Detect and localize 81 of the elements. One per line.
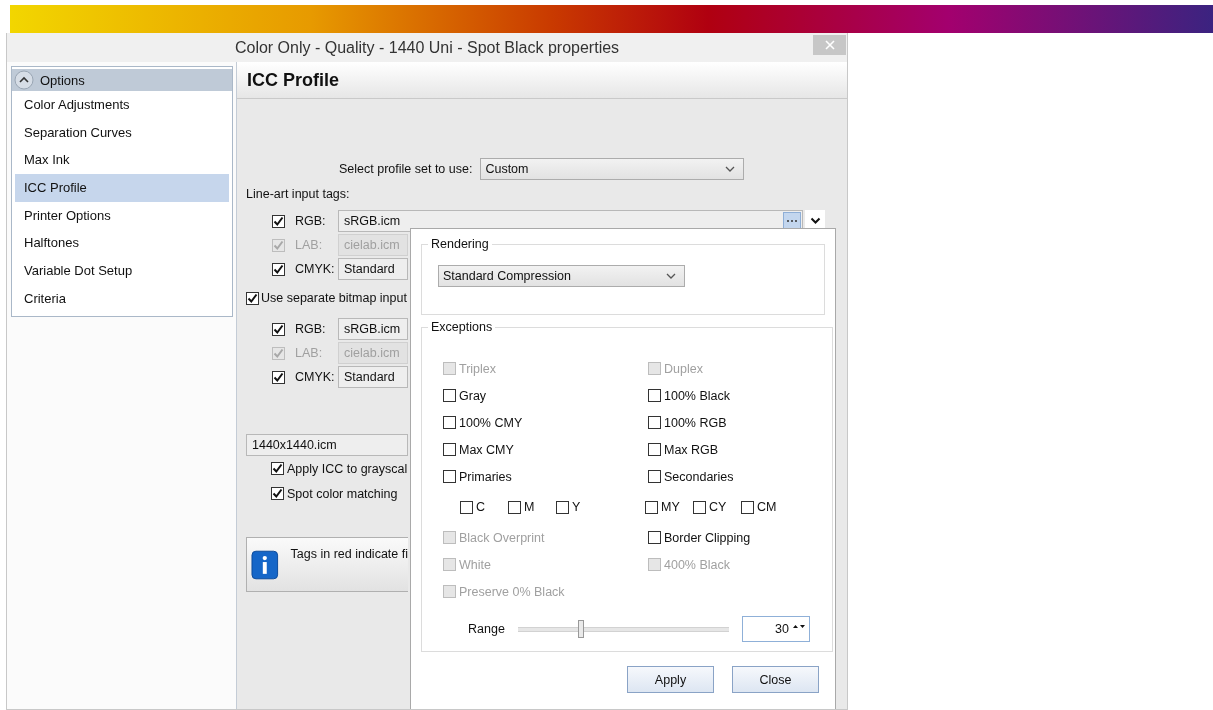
checkbox-label[interactable]: Primaries [459,469,512,484]
sidebar-item[interactable]: Criteria [15,284,229,313]
sidebar-item[interactable]: Separation Curves [15,118,229,147]
output-profile-field[interactable]: 1440x1440.icm [246,434,408,456]
group-title: Exceptions [430,320,494,334]
checkbox[interactable] [272,262,285,276]
line-art-label: Line-art input tags: [246,186,351,203]
checkbox[interactable] [508,500,521,514]
checkbox-label[interactable]: Use separate bitmap input [261,291,407,305]
checkbox-label[interactable]: Max CMY [459,442,514,457]
checkbox-label[interactable]: Spot color matching [287,486,398,501]
window-title: Color Only - Quality - 1440 Uni - Spot Black properties [234,38,620,57]
info-icon [251,550,279,580]
checkbox-label[interactable]: Y [572,500,581,514]
profile-set-dropdown[interactable]: Custom [480,157,745,180]
ellipsis-icon [786,219,798,223]
checkbox[interactable] [271,487,284,500]
chevron-down-icon [725,165,736,172]
checkbox[interactable] [460,500,473,514]
tag-label: CMYK: [295,370,336,384]
rendering-dropdown[interactable]: Standard Compression [438,265,685,287]
checkbox-label[interactable]: 100% Black [664,388,730,403]
profile-field[interactable]: Standard [338,366,408,388]
options-header[interactable]: Options [12,69,232,91]
chevron-down-icon [666,273,676,279]
sidebar-item[interactable]: Halftones [15,229,229,258]
checkbox-label[interactable]: Secondaries [664,469,734,484]
checkbox-label[interactable]: CY [709,500,727,514]
checkbox[interactable] [648,531,661,544]
checkbox[interactable] [443,416,456,429]
apply-button[interactable]: Apply [627,666,714,693]
checkbox[interactable] [648,389,661,402]
close-button[interactable]: Close [732,666,819,693]
checkbox[interactable] [648,416,661,429]
checkbox-label[interactable]: M [524,500,535,514]
chevron-down-icon [809,217,821,225]
checkbox-label[interactable]: Max RGB [664,442,719,457]
sidebar-item[interactable]: Variable Dot Setup [15,257,229,285]
checkbox[interactable] [271,462,284,475]
checkbox-label[interactable]: MY [661,500,680,514]
collapse-icon [14,70,34,90]
range-spinbox[interactable]: 30 [742,616,810,642]
checkbox[interactable] [443,470,456,483]
checkbox[interactable] [693,500,706,514]
info-text: Tags in red indicate fi [290,547,408,561]
checkbox-label[interactable]: 100% RGB [664,415,727,430]
checkbox[interactable] [645,500,658,514]
checkbox-label[interactable]: Gray [459,388,487,403]
checkbox-label[interactable]: C [476,500,486,514]
profile-field[interactable]: Standard [338,258,408,280]
checkbox[interactable] [741,500,754,514]
range-label: Range [468,622,506,636]
close-icon [824,40,835,50]
tag-label: RGB: [295,322,327,336]
panel-title: ICC Profile [247,69,339,91]
group-title: Rendering [430,237,490,251]
sidebar-item[interactable]: Color Adjustments [15,91,229,119]
checkbox[interactable] [443,389,456,402]
checkbox[interactable] [556,500,569,514]
checkbox[interactable] [272,214,285,228]
slider-thumb[interactable] [578,620,585,638]
profile-field[interactable]: sRGB.icm [338,318,408,340]
checkbox-label[interactable]: Border Clipping [664,530,751,545]
checkbox[interactable] [648,470,661,483]
checkbox[interactable] [443,443,456,456]
sidebar-item[interactable]: Max Ink [15,146,229,175]
tag-label: RGB: [295,214,327,228]
checkbox-label[interactable]: 100% CMY [459,415,523,430]
checkbox[interactable] [648,443,661,456]
checkbox[interactable] [272,370,285,384]
checkbox-label[interactable]: CM [757,500,777,514]
checkbox[interactable] [246,291,259,305]
tag-label: LAB: [295,346,324,360]
sidebar-item[interactable]: ICC Profile [15,174,229,202]
profile-set-label: Select profile set to use: [339,161,473,176]
checkbox[interactable] [272,322,285,336]
options-title: Options [40,72,85,88]
tag-label: LAB: [295,238,324,252]
tag-label: CMYK: [295,262,336,276]
checkbox-label[interactable]: Apply ICC to grayscal [287,461,408,476]
sidebar-item[interactable]: Printer Options [15,201,229,230]
